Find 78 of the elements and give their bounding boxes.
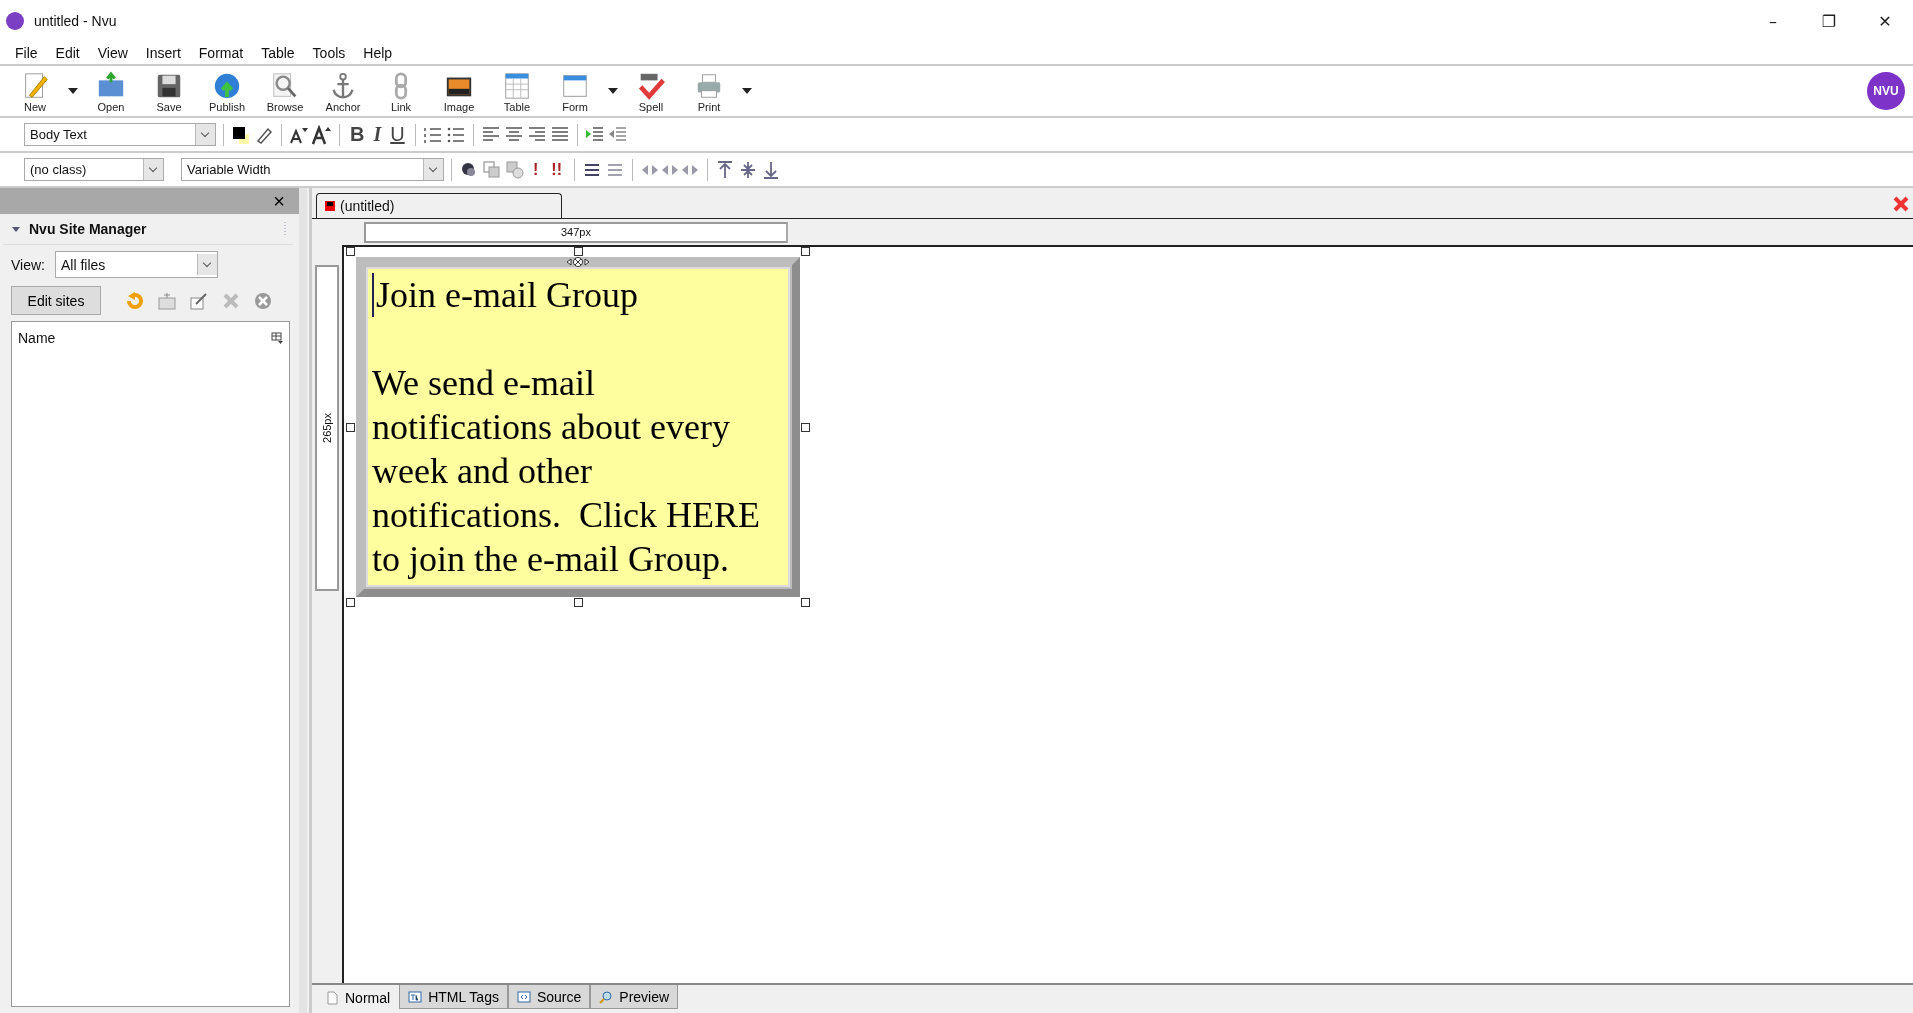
expand-triangle-icon[interactable]	[11, 224, 21, 234]
resize-handle[interactable]	[801, 423, 810, 432]
close-button[interactable]: ×	[267, 188, 291, 214]
tag-icon	[408, 989, 423, 1004]
vertical-align-icon[interactable]	[761, 159, 781, 180]
move-handle-icon[interactable]	[566, 256, 590, 268]
globe-icon	[212, 71, 242, 101]
toolbar-button[interactable]: Spell	[622, 67, 680, 115]
grip-icon[interactable]	[283, 222, 287, 236]
view-mode-tab[interactable]: HTML Tags	[399, 985, 508, 1009]
menu-item[interactable]: Format	[189, 45, 253, 61]
toolbar-button[interactable]: Publish	[198, 67, 256, 115]
paragraph-style-dropdown[interactable]: Body Text	[24, 123, 216, 146]
spell-check-icon	[636, 71, 666, 101]
menu-item[interactable]: Tools	[303, 45, 355, 61]
menu-item[interactable]: Table	[252, 45, 304, 61]
text-style-button[interactable]: I	[370, 123, 385, 146]
dropdown-caret-icon[interactable]	[742, 88, 752, 94]
dropdown-caret-icon[interactable]	[68, 88, 78, 94]
app-logo-icon	[6, 12, 24, 30]
rename-icon[interactable]	[189, 290, 209, 311]
important-button[interactable]: !	[528, 160, 544, 179]
view-mode-tab[interactable]: Source	[507, 985, 591, 1009]
toolbar-button[interactable]: Link	[372, 67, 430, 115]
page-icon	[325, 991, 339, 1005]
stop-icon[interactable]	[253, 290, 273, 311]
text-color-icon[interactable]	[231, 124, 251, 145]
resize-handle[interactable]	[346, 598, 355, 607]
menu-item[interactable]: Edit	[46, 45, 89, 61]
menu-item[interactable]: File	[6, 45, 47, 61]
code-icon	[516, 989, 531, 1004]
resize-handle[interactable]	[801, 247, 810, 256]
toolbar-button[interactable]: Browse	[256, 67, 314, 115]
window-control-button[interactable]: ❐	[1801, 0, 1857, 42]
view-dropdown[interactable]: All files	[55, 251, 218, 278]
toolbar-button[interactable]: Table	[488, 67, 546, 115]
toolbar-button[interactable]: New	[6, 67, 64, 115]
layer-paragraph: We send e-mail notifications about every week and other notifications. Click HERE to join the e-mail Group.	[372, 362, 761, 581]
column-header[interactable]: Name	[18, 330, 56, 346]
panel-title: Nvu Site Manager	[29, 221, 147, 237]
toolbar-button[interactable]: Anchor	[314, 67, 372, 115]
menu-item[interactable]: Help	[354, 45, 402, 61]
layer-heading: Join e-mail Group	[372, 273, 638, 317]
view-label: View:	[11, 256, 45, 273]
window-control-button[interactable]: –	[1745, 0, 1801, 42]
view-mode-tab[interactable]: Preview	[590, 985, 679, 1009]
menu-item[interactable]: Insert	[136, 45, 190, 61]
dropdown-caret-icon[interactable]	[608, 88, 618, 94]
class-dropdown[interactable]: (no class)	[24, 158, 164, 181]
important-button[interactable]: !!	[546, 160, 567, 179]
toolbar-button[interactable]: Form	[546, 67, 604, 115]
vertical-align-icon[interactable]	[738, 159, 758, 180]
close-tab-icon[interactable]	[1893, 196, 1909, 212]
window-control-button[interactable]: ✕	[1857, 0, 1913, 42]
toolbar-button[interactable]: Save	[140, 67, 198, 115]
document-tab[interactable]: (untitled)	[316, 193, 562, 218]
magnifier-icon	[599, 989, 614, 1004]
vertical-align-icon[interactable]	[715, 159, 735, 180]
edit-sites-button[interactable]: Edit sites	[11, 286, 101, 315]
text-style-button[interactable]: B	[347, 123, 368, 146]
window-title: untitled - Nvu	[34, 13, 117, 29]
font-dropdown[interactable]: Variable Width	[181, 158, 444, 181]
nvu-logo: NVU	[1867, 72, 1905, 110]
font-larger-icon[interactable]	[312, 124, 332, 145]
resize-handle[interactable]	[801, 598, 810, 607]
resize-handle[interactable]	[346, 423, 355, 432]
toolbar-button[interactable]: Open	[82, 67, 140, 115]
column-picker-icon[interactable]	[271, 332, 283, 344]
toolbar-button[interactable]: Image	[430, 67, 488, 115]
menu-item[interactable]: View	[88, 45, 137, 61]
height-ruler[interactable]: 265px	[315, 265, 339, 591]
text-style-button[interactable]: U	[387, 123, 408, 146]
table-icon	[502, 71, 532, 101]
resize-handle[interactable]	[346, 247, 355, 256]
resize-handle[interactable]	[574, 598, 583, 607]
resize-handle[interactable]	[574, 247, 583, 256]
width-ruler[interactable]: 347px	[364, 221, 788, 243]
toolbar-button[interactable]: Print	[680, 67, 738, 115]
